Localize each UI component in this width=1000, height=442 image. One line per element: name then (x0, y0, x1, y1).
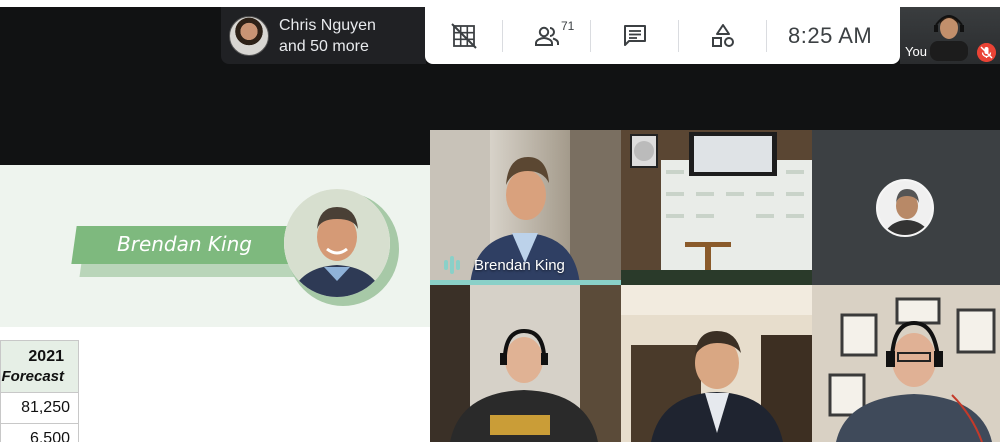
shapes-icon (711, 23, 734, 47)
table-cell: 6,500 (0, 423, 79, 442)
presenter-avatar (229, 15, 269, 56)
activities-button[interactable] (679, 7, 766, 64)
people-icon (534, 26, 559, 46)
speaker-photo (284, 189, 390, 297)
participant-name-tag: Brendan King (444, 256, 565, 274)
people-button[interactable]: 71 (503, 7, 590, 64)
self-video (930, 15, 968, 61)
forecast-label: Forecast (1, 367, 64, 385)
presenter-more: and 50 more (279, 37, 369, 55)
meeting-toolbar: 71 8:25 AM (425, 7, 900, 64)
speaking-indicator-icon (444, 256, 460, 274)
layout-button[interactable] (425, 7, 502, 64)
participant-video (621, 130, 812, 285)
forecast-year: 2021 (28, 347, 64, 365)
slide-speaker-name: Brendan King (117, 232, 252, 256)
participant-name: Brendan King (474, 256, 565, 274)
participant-video (621, 285, 812, 442)
participant-video (812, 285, 1000, 442)
participant-video (430, 285, 621, 442)
table-cell: 81,250 (0, 392, 79, 424)
presenter-name: Chris Nguyen (279, 16, 376, 34)
mic-off-icon[interactable] (977, 43, 996, 62)
self-view-label: You (905, 44, 927, 59)
presenter-text: Chris Nguyen and 50 more (279, 15, 376, 57)
top-strip (0, 0, 1000, 7)
chat-icon (623, 24, 646, 46)
video-tile-participant[interactable] (430, 285, 621, 442)
forecast-header-cell: 2021 Forecast (0, 340, 79, 393)
presentation-slide: Brendan King 2021 Forecast 81,250 6,500 (0, 165, 430, 442)
forecast-table: 2021 Forecast 81,250 6,500 (0, 340, 79, 442)
video-tile-room[interactable] (621, 130, 812, 285)
video-tile-avatar[interactable] (812, 130, 1000, 285)
video-tile-participant[interactable] (812, 285, 1000, 442)
video-tile-active-speaker[interactable]: Brendan King (430, 130, 621, 285)
participant-avatar (876, 179, 934, 237)
self-view-tile[interactable]: You (900, 7, 1000, 64)
clock-time: 8:25 AM (788, 22, 873, 48)
grid-off-icon (450, 22, 477, 49)
people-count-badge: 71 (561, 19, 575, 33)
video-tile-participant[interactable] (621, 285, 812, 442)
presenter-chip[interactable]: Chris Nguyen and 50 more (221, 7, 426, 64)
chat-button[interactable] (591, 7, 678, 64)
